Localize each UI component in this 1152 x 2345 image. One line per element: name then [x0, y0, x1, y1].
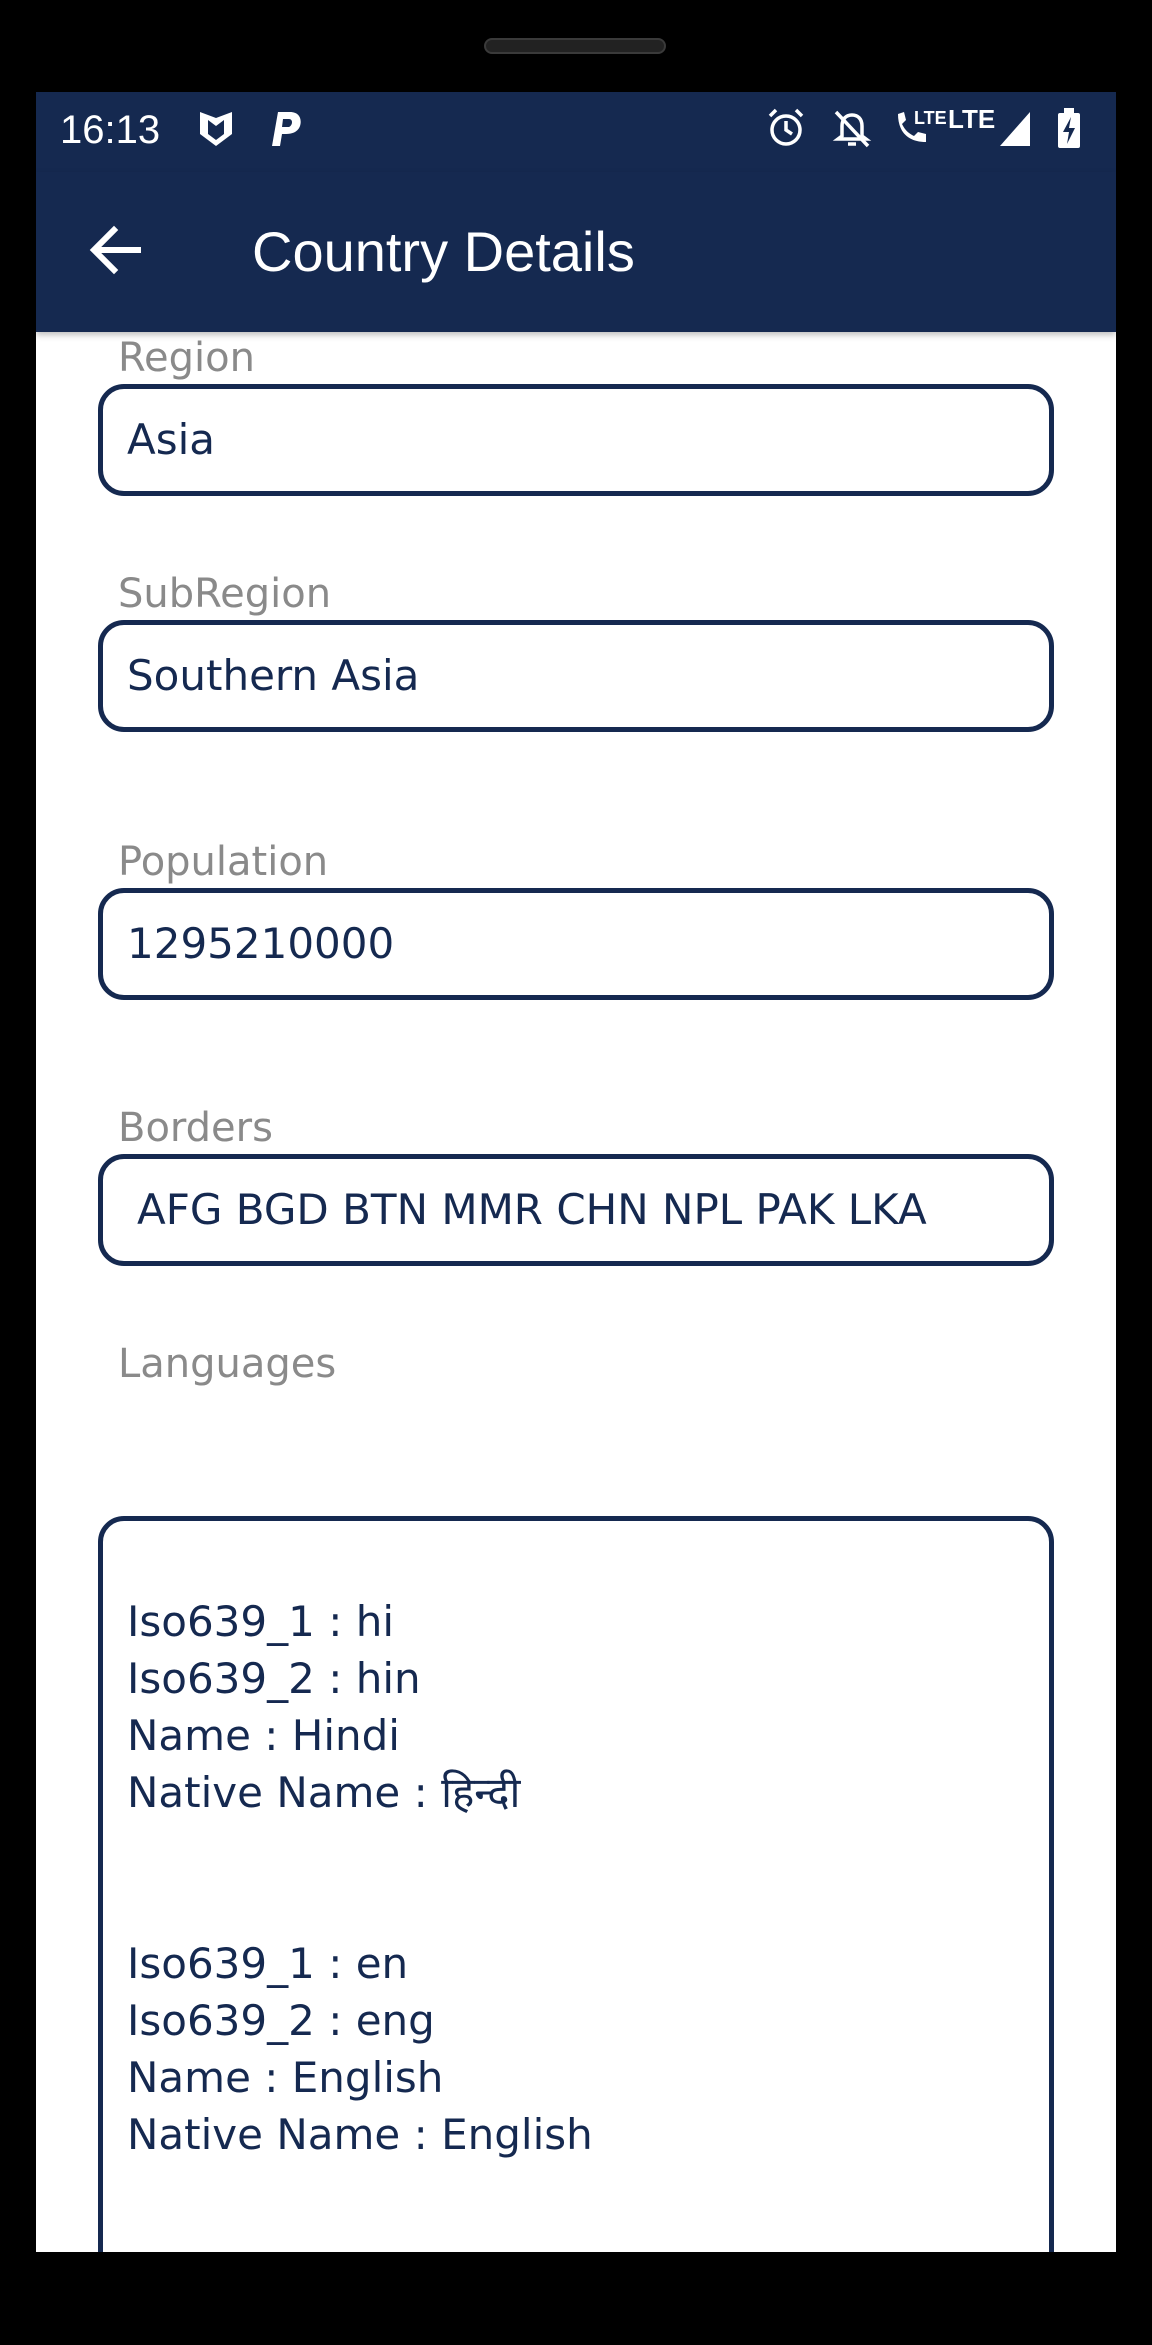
- status-bar: 16:13 LTE LTE: [36, 92, 1116, 172]
- language-iso639-1: Iso639_1 : hi: [127, 1597, 394, 1646]
- battery-charging-icon: [1058, 108, 1080, 148]
- language-item: Iso639_1 : hi Iso639_2 : hin Name : Hind…: [127, 1593, 520, 1821]
- phone-speaker: [484, 38, 666, 54]
- parking-app-icon: [272, 112, 301, 146]
- status-time: 16:13: [60, 108, 161, 152]
- language-native-name: Native Name : English: [127, 2110, 593, 2159]
- languages-label: Languages: [118, 1341, 337, 1387]
- phone-screen: 16:13 LTE LTE Country Details Region Asi…: [36, 92, 1116, 2252]
- page-title: Country Details: [252, 220, 635, 283]
- subregion-field[interactable]: Southern Asia: [98, 620, 1054, 732]
- region-value: Asia: [127, 415, 216, 464]
- language-name: Name : Hindi: [127, 1711, 400, 1760]
- shield-app-icon: [200, 112, 232, 146]
- arrow-back-icon[interactable]: [84, 218, 148, 282]
- volte-label: LTE: [914, 108, 947, 128]
- region-field[interactable]: Asia: [98, 384, 1054, 496]
- language-iso639-2: Iso639_2 : eng: [127, 1996, 435, 2045]
- subregion-value: Southern Asia: [127, 651, 420, 700]
- notifications-off-icon: [832, 110, 872, 148]
- language-iso639-1: Iso639_1 : en: [127, 1939, 409, 1988]
- language-item: Iso639_1 : en Iso639_2 : eng Name : Engl…: [127, 1935, 593, 2163]
- population-label: Population: [118, 839, 329, 885]
- language-iso639-2: Iso639_2 : hin: [127, 1654, 421, 1703]
- network-type-label: LTE: [948, 104, 996, 134]
- borders-label: Borders: [118, 1105, 273, 1151]
- population-value: 1295210000: [127, 919, 395, 968]
- country-details-form: Region Asia SubRegion Southern Asia Popu…: [36, 332, 1116, 2252]
- borders-field[interactable]: AFG BGD BTN MMR CHN NPL PAK LKA: [98, 1154, 1054, 1266]
- languages-field[interactable]: Iso639_1 : hi Iso639_2 : hin Name : Hind…: [98, 1516, 1054, 2252]
- language-name: Name : English: [127, 2053, 444, 2102]
- phone-frame: 16:13 LTE LTE Country Details Region Asi…: [0, 0, 1152, 2345]
- lte-signal-icon: [1000, 112, 1030, 146]
- borders-value: AFG BGD BTN MMR CHN NPL PAK LKA: [137, 1185, 927, 1234]
- population-field[interactable]: 1295210000: [98, 888, 1054, 1000]
- subregion-label: SubRegion: [118, 571, 332, 617]
- language-native-name: Native Name : हिन्दी: [127, 1768, 521, 1817]
- app-bar: Country Details: [36, 172, 1116, 332]
- alarm-icon: [768, 108, 804, 146]
- region-label: Region: [118, 335, 255, 381]
